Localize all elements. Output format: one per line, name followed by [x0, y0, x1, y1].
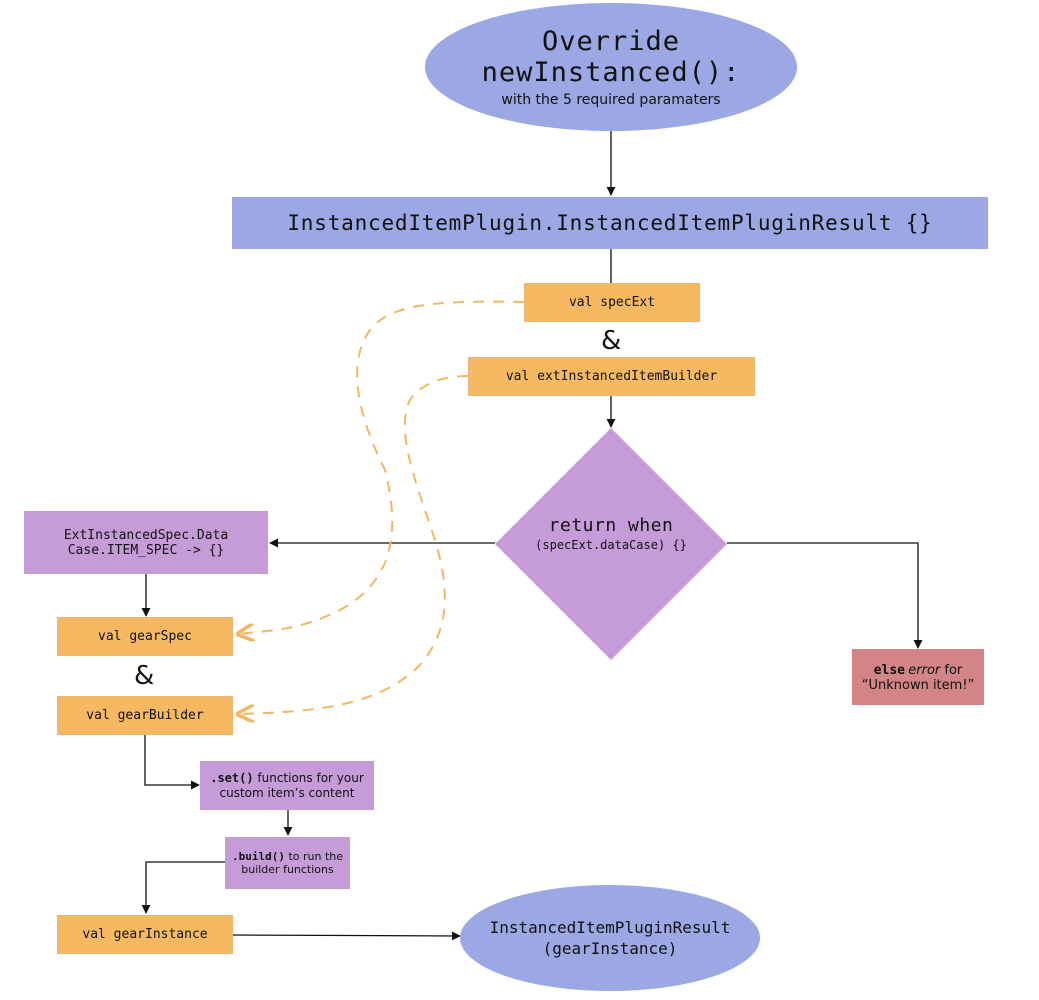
else-error-rest: for: [940, 662, 963, 678]
start-subtitle: with the 5 required paramaters: [501, 92, 721, 108]
set-functions-node: .set() functions for your custom item’s …: [200, 761, 374, 810]
build-call-node: .build() to run the builder functions: [225, 837, 350, 889]
set-functions-line1: .set() functions for your: [210, 771, 364, 786]
item-spec-case-line2: Case.ITEM_SPEC -> {}: [67, 542, 225, 558]
ampersand-bottom: &: [134, 661, 155, 691]
gear-instance-node: val gearInstance: [57, 915, 233, 954]
end-line1: InstancedItemPluginResult: [489, 918, 731, 937]
item-spec-case-line1: ExtInstancedSpec.Data: [63, 527, 229, 543]
decision-text: return when (specExt.dataCase) {}: [495, 515, 727, 552]
build-rest: to run the: [284, 850, 344, 863]
spec-ext-label: val specExt: [568, 295, 656, 310]
else-error-line1: else error for: [874, 662, 963, 678]
set-functions-line2: custom item’s content: [219, 786, 355, 800]
ext-builder-node: val extInstancedItemBuilder: [468, 357, 755, 396]
gear-spec-label: val gearSpec: [98, 629, 192, 644]
item-spec-case-node: ExtInstancedSpec.Data Case.ITEM_SPEC -> …: [24, 511, 268, 574]
build-call-line1: .build() to run the: [232, 850, 343, 863]
set-code: .set(): [210, 771, 254, 785]
else-error-node: else error for “Unknown item!”: [852, 649, 984, 705]
gear-instance-label: val gearInstance: [82, 927, 208, 942]
result-block: InstancedItemPlugin.InstancedItemPluginR…: [232, 197, 988, 249]
gear-builder-label: val gearBuilder: [86, 708, 204, 723]
dashed-link-builder-to-gear-builder: [238, 375, 469, 714]
start-node: Override newInstanced(): with the 5 requ…: [425, 3, 797, 131]
gear-spec-node: val gearSpec: [57, 617, 233, 656]
else-error-line2: “Unknown item!”: [861, 677, 975, 693]
end-line2: (gearInstance): [542, 939, 678, 958]
build-call-line2: builder functions: [241, 863, 334, 876]
else-keyword: else: [873, 662, 906, 678]
set-rest: functions for your: [253, 771, 364, 785]
decision-line1: return when: [548, 515, 674, 536]
edge-gear-instance-to-end: [232, 931, 461, 941]
edge-build-to-gear-instance: [141, 861, 225, 914]
build-code: .build(): [231, 850, 285, 863]
edge-decision-to-else: [727, 542, 923, 649]
error-word: error: [908, 662, 941, 678]
start-line1: Override: [541, 26, 681, 57]
dashed-link-spec-ext-to-gear-spec: [238, 300, 525, 634]
ext-builder-label: val extInstancedItemBuilder: [505, 369, 718, 384]
ampersand-top: &: [601, 326, 622, 356]
result-block-label: InstancedItemPlugin.InstancedItemPluginR…: [287, 211, 933, 235]
edge-gear-builder-to-set: [144, 735, 200, 790]
decision-line2: (specExt.dataCase) {}: [535, 538, 687, 552]
start-line2: newInstanced():: [481, 57, 741, 88]
end-node: InstancedItemPluginResult (gearInstance): [460, 885, 760, 991]
spec-ext-node: val specExt: [524, 283, 700, 322]
gear-builder-node: val gearBuilder: [57, 696, 233, 735]
